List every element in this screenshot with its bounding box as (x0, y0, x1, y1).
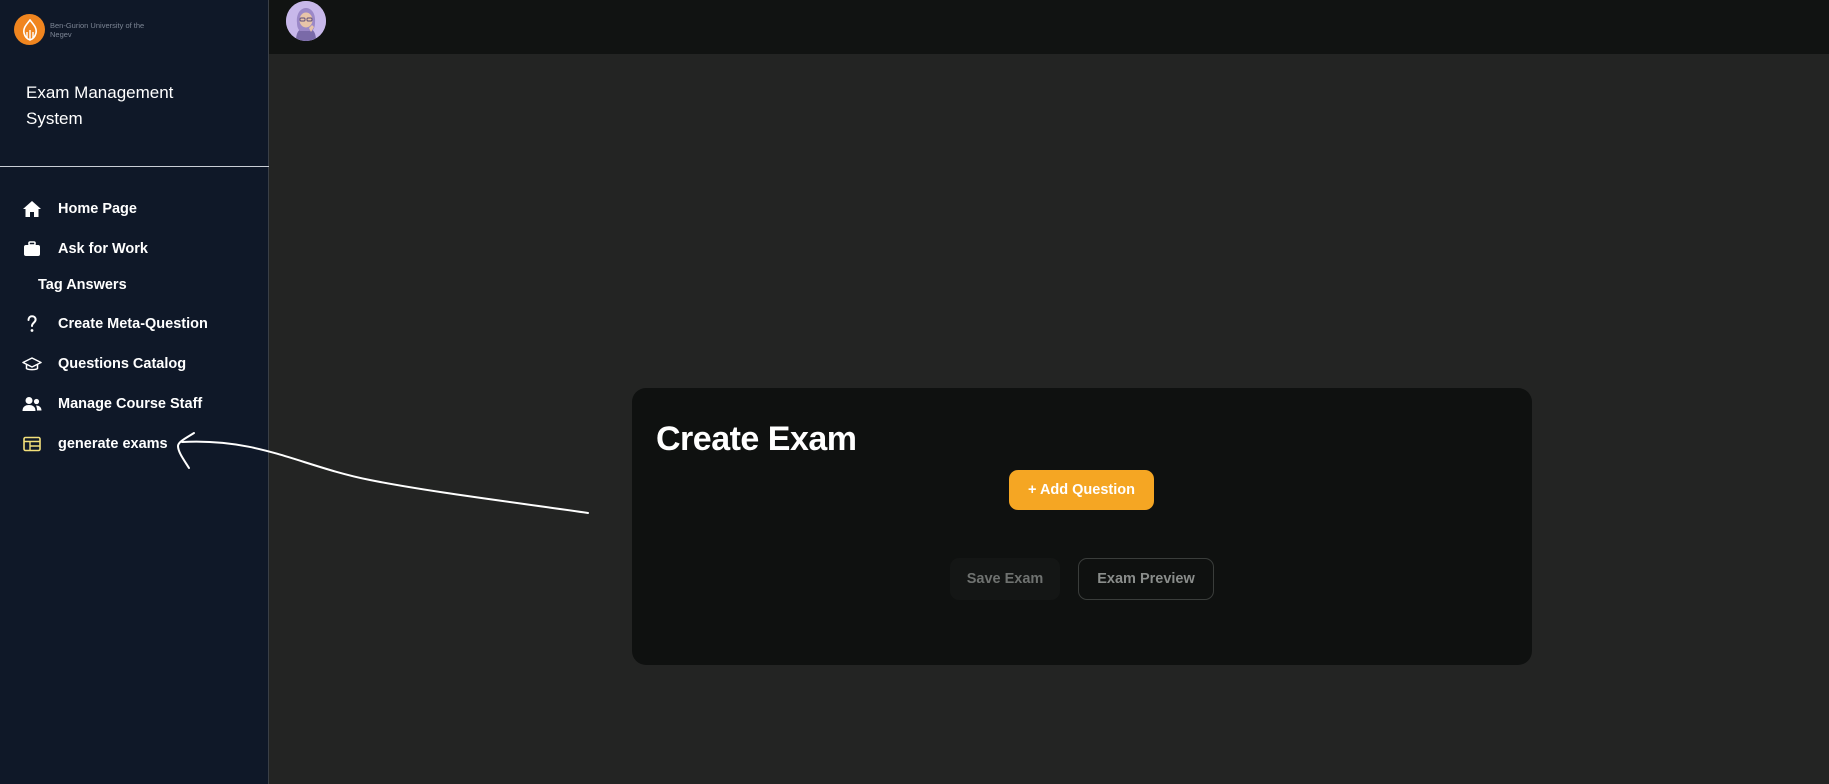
sidebar-item-label: Questions Catalog (58, 356, 187, 372)
sidebar-item-label: Tag Answers (38, 277, 127, 293)
page-title: Create Exam (656, 420, 857, 458)
sidebar-item-label: Manage Course Staff (58, 396, 203, 412)
app-title: Exam Management System (26, 83, 174, 128)
university-logo: Ben-Gurion University of the Negev (14, 14, 160, 45)
sidebar-item-home-page[interactable]: Home Page (0, 192, 268, 226)
top-bar (269, 0, 1829, 54)
home-icon (22, 199, 42, 219)
sidebar-item-ask-for-work[interactable]: Ask for Work (0, 232, 268, 266)
users-icon (22, 394, 42, 414)
sidebar-item-questions-catalog[interactable]: Questions Catalog (0, 347, 268, 381)
sidebar-item-generate-exams[interactable]: generate exams (0, 427, 268, 461)
sidebar-item-tag-answers[interactable]: Tag Answers (0, 268, 268, 302)
flame-logo-icon (14, 14, 45, 45)
university-name: Ben-Gurion University of the Negev (50, 20, 145, 39)
sidebar-item-create-meta-question[interactable]: Create Meta-Question (0, 307, 268, 341)
sidebar-item-label: Home Page (58, 201, 137, 217)
sidebar-item-label: Ask for Work (58, 241, 148, 257)
sidebar: Ben-Gurion University of the Negev Exam … (0, 0, 269, 784)
save-exam-button[interactable]: Save Exam (950, 558, 1060, 600)
table-icon (22, 434, 42, 454)
sidebar-item-label: Create Meta-Question (58, 316, 208, 332)
create-exam-card: Create Exam + Add Question Save Exam Exa… (632, 388, 1532, 665)
sidebar-item-label: generate exams (58, 436, 168, 452)
add-question-button[interactable]: + Add Question (1009, 470, 1154, 510)
sidebar-divider (0, 166, 269, 167)
graduation-cap-icon (22, 354, 42, 374)
sidebar-item-manage-course-staff[interactable]: Manage Course Staff (0, 387, 268, 421)
question-mark-icon (22, 314, 42, 334)
briefcase-icon (22, 239, 42, 259)
user-avatar[interactable] (286, 1, 326, 41)
exam-preview-button[interactable]: Exam Preview (1078, 558, 1214, 600)
